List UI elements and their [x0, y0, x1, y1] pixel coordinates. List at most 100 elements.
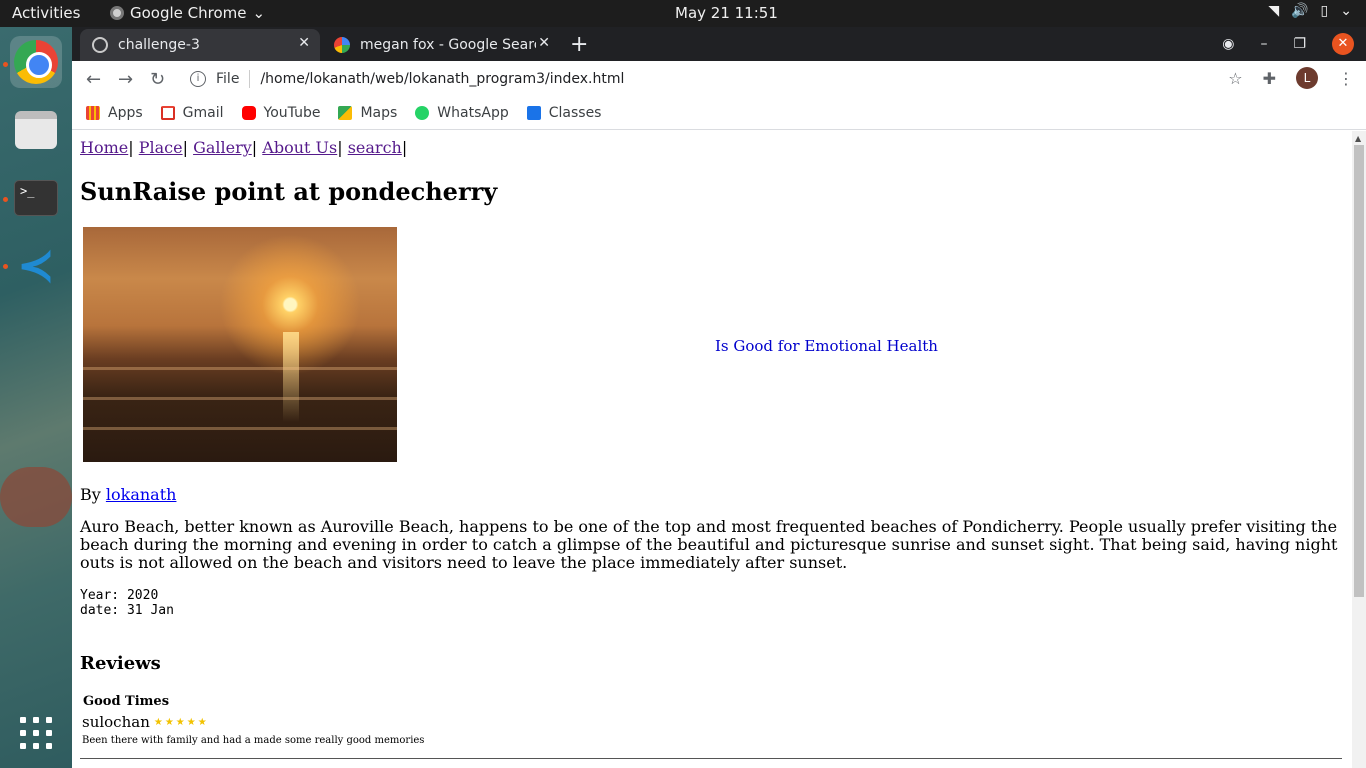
bookmark-whatsapp[interactable]: WhatsApp	[415, 105, 509, 121]
bookmark-maps[interactable]: Maps	[338, 105, 397, 121]
new-tab-icon[interactable]: +	[570, 32, 588, 57]
address-bar[interactable]: i File /home/lokanath/web/lokanath_progr…	[184, 64, 1264, 94]
reload-icon[interactable]: ↻	[150, 69, 165, 90]
bookmark-label: WhatsApp	[437, 105, 509, 121]
menu-icon[interactable]: ⋮	[1338, 69, 1354, 88]
restore-icon[interactable]: ❐	[1293, 36, 1306, 52]
forward-icon[interactable]: →	[118, 69, 133, 90]
dock-terminal[interactable]: >_	[10, 172, 62, 224]
bookmark-label: YouTube	[263, 105, 321, 121]
wave-line	[83, 427, 397, 430]
author-link[interactable]: lokanath	[106, 485, 177, 504]
tab-challenge-3[interactable]: challenge-3 ✕	[80, 29, 320, 61]
tab-megan-fox-search[interactable]: megan fox - Google Search ✕	[322, 29, 560, 61]
show-applications-icon[interactable]	[20, 717, 52, 749]
close-icon[interactable]: ✕	[538, 35, 550, 51]
terminal-icon: >_	[14, 180, 58, 216]
date-line: date: 31 Jan	[80, 603, 174, 618]
wifi-icon: ◥	[1268, 3, 1280, 19]
chrome-icon	[14, 40, 58, 84]
profile-avatar[interactable]: L	[1296, 67, 1318, 89]
bookmark-youtube[interactable]: YouTube	[241, 105, 321, 121]
dock-vscode[interactable]: ≺	[10, 238, 62, 292]
url-scheme: File	[216, 71, 240, 87]
review-author: sulochan ★★★★★	[82, 713, 209, 731]
activities-button[interactable]: Activities	[12, 4, 80, 22]
info-icon[interactable]: i	[190, 71, 206, 87]
page-viewport[interactable]: Home| Place| Gallery| About Us| search| …	[72, 131, 1366, 768]
wallpaper-shape	[0, 467, 72, 527]
clock[interactable]: May 21 11:51	[675, 4, 778, 22]
youtube-icon	[241, 106, 256, 120]
nav-link-home[interactable]: Home	[80, 138, 128, 157]
star-rating: ★★★★★	[153, 716, 209, 728]
browser-window: challenge-3 ✕ megan fox - Google Search …	[72, 27, 1366, 768]
bookmark-label: Apps	[108, 105, 143, 121]
toolbar-actions: ☆ ✚ L ⋮	[1228, 67, 1354, 89]
running-indicator	[3, 62, 8, 67]
dock: >_ ≺	[0, 27, 72, 768]
date-block: Year: 2020 date: 31 Jan	[80, 588, 174, 618]
nav-link-about-us[interactable]: About Us	[262, 138, 337, 157]
description-paragraph: Auro Beach, better known as Auroville Be…	[80, 517, 1338, 572]
site-nav: Home| Place| Gallery| About Us| search|	[80, 138, 408, 157]
bookmark-star-icon[interactable]: ☆	[1228, 69, 1242, 88]
app-menu-label: Google Chrome	[130, 4, 247, 22]
wave-line	[83, 397, 397, 400]
divider	[80, 758, 1342, 759]
bookmark-label: Classes	[548, 105, 602, 121]
scrollbar-thumb[interactable]	[1354, 145, 1364, 597]
window-close-icon[interactable]: ✕	[1332, 33, 1354, 55]
dock-files[interactable]	[10, 104, 62, 156]
system-top-bar: Activities Google Chrome ⌄ May 21 11:51 …	[0, 0, 1366, 27]
sunrise-photo	[83, 227, 397, 462]
gmail-icon	[160, 106, 175, 120]
extensions-icon[interactable]: ✚	[1263, 69, 1276, 88]
nav-link-gallery[interactable]: Gallery	[193, 138, 252, 157]
battery-icon: ▯	[1320, 3, 1329, 19]
vscode-icon: ≺	[16, 238, 56, 292]
running-indicator	[3, 264, 8, 269]
url-text[interactable]: /home/lokanath/web/lokanath_program3/ind…	[260, 71, 624, 87]
byline: By lokanath	[80, 485, 176, 504]
bookmark-gmail[interactable]: Gmail	[160, 105, 224, 121]
close-icon[interactable]: ✕	[298, 35, 310, 51]
whatsapp-icon	[415, 106, 430, 120]
tab-search-icon[interactable]: ◉	[1222, 36, 1234, 52]
files-icon	[15, 111, 57, 149]
maps-icon	[338, 106, 353, 120]
tab-label: challenge-3	[118, 37, 200, 53]
back-icon[interactable]: ←	[86, 69, 101, 90]
year-line: Year: 2020	[80, 588, 159, 603]
scroll-up-icon[interactable]: ▲	[1355, 134, 1361, 143]
app-menu[interactable]: Google Chrome ⌄	[110, 4, 265, 22]
review-title: Good Times	[83, 694, 170, 709]
dock-chrome[interactable]	[10, 36, 62, 88]
browser-toolbar: ← → ↻ i File /home/lokanath/web/lokanath…	[72, 61, 1366, 97]
tab-strip: challenge-3 ✕ megan fox - Google Search …	[72, 27, 1366, 61]
tab-label: megan fox - Google Search	[360, 37, 536, 53]
image-caption: Is Good for Emotional Health	[715, 337, 938, 355]
review-user-name: sulochan	[82, 713, 150, 731]
nav-link-place[interactable]: Place	[139, 138, 183, 157]
bookmark-classes[interactable]: Classes	[526, 105, 602, 121]
page-title: SunRaise point at pondecherry	[80, 177, 498, 206]
bookmark-label: Maps	[360, 105, 398, 121]
divider	[249, 70, 251, 88]
bookmark-apps[interactable]: Apps	[86, 105, 143, 121]
byline-prefix: By	[80, 485, 101, 504]
classes-icon	[526, 106, 541, 120]
chrome-small-icon	[110, 6, 124, 20]
chevron-down-icon: ⌄	[1340, 3, 1352, 19]
minimize-icon[interactable]: –	[1260, 36, 1267, 52]
running-indicator	[3, 197, 8, 202]
chevron-down-icon: ⌄	[252, 4, 266, 22]
apps-grid-icon	[86, 106, 100, 120]
globe-icon	[92, 37, 108, 53]
nav-link-search[interactable]: search	[348, 138, 402, 157]
reviews-heading: Reviews	[80, 653, 161, 674]
bookmarks-bar: Apps Gmail YouTube Maps WhatsApp Classes	[72, 97, 1366, 130]
system-tray[interactable]: ◥ 🔊 ▯ ⌄	[1268, 3, 1352, 19]
page-scrollbar[interactable]: ▲	[1352, 131, 1366, 768]
review-text: Been there with family and had a made so…	[82, 735, 425, 746]
